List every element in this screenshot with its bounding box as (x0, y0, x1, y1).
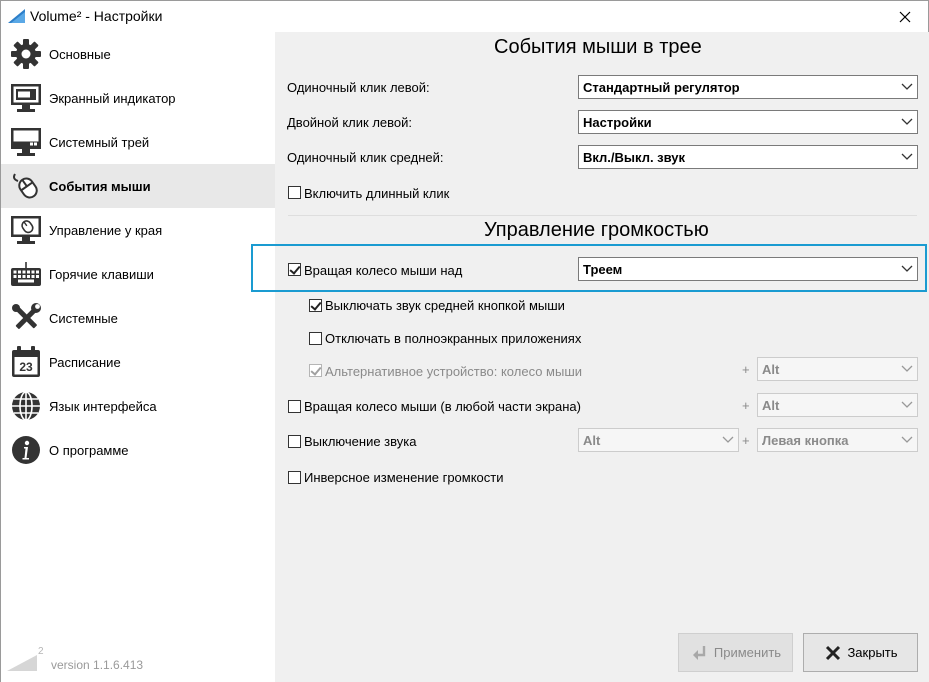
disable-fullscreen-label: Отключать в полноэкранных приложениях (325, 331, 582, 346)
keyboard-icon (9, 257, 43, 291)
sidebar-item-label: События мыши (49, 178, 151, 194)
alt-device-checkbox[interactable] (309, 364, 322, 377)
wheel-anywhere-modifier-select[interactable]: Alt (757, 393, 918, 417)
mute-label: Выключение звука (304, 434, 417, 449)
sidebar-item-label: Расписание (49, 354, 121, 370)
mute-modifier-select[interactable]: Alt (578, 428, 739, 452)
chevron-down-icon (901, 83, 913, 90)
chevron-down-icon (901, 401, 913, 408)
chevron-down-icon (901, 153, 913, 160)
sidebar-item-schedule[interactable]: 23 Расписание (1, 340, 275, 384)
double-left-click-select[interactable]: Настройки (578, 110, 918, 134)
sidebar-item-language[interactable]: Язык интерфейса (1, 384, 275, 428)
single-middle-click-label: Одиночный клик средней: (287, 150, 444, 165)
info-icon (9, 433, 43, 467)
single-middle-click-select[interactable]: Вкл./Выкл. звук (578, 145, 918, 169)
sidebar-item-label: Экранный индикатор (49, 90, 176, 106)
wheel-anywhere-checkbox[interactable] (288, 400, 301, 413)
mute-button-select[interactable]: Левая кнопка (757, 428, 918, 452)
plus-sign: + (742, 433, 750, 448)
inverse-checkbox[interactable] (288, 471, 301, 484)
close-icon (823, 643, 843, 663)
sidebar-item-system[interactable]: Системные (1, 296, 275, 340)
window-close-button[interactable] (882, 1, 928, 32)
single-left-click-label: Одиночный клик левой: (287, 80, 430, 95)
sidebar-item-label: Язык интерфейса (49, 398, 157, 414)
sidebar-item-general[interactable]: Основные (1, 32, 275, 76)
sidebar-item-tray[interactable]: Системный трей (1, 120, 275, 164)
window-title: Volume² - Настройки (30, 8, 163, 24)
svg-text:23: 23 (19, 360, 33, 374)
sidebar-item-hotkeys[interactable]: Горячие клавиши (1, 252, 275, 296)
section-divider (288, 215, 917, 216)
volume-control-title: Управление громкостью (484, 219, 709, 241)
mute-middle-checkbox[interactable] (309, 299, 322, 312)
chevron-down-icon (901, 118, 913, 125)
close-icon (899, 11, 911, 22)
tray-events-title: События мыши в трее (494, 36, 702, 58)
screen-edge-mouse-icon (9, 213, 43, 247)
sidebar-item-about[interactable]: О программе (1, 428, 275, 472)
inverse-label: Инверсное изменение громкости (304, 470, 504, 485)
double-left-click-label: Двойной клик левой: (287, 115, 412, 130)
version-label: version 1.1.6.413 (51, 658, 144, 672)
mute-middle-label: Выключать звук средней кнопкой мыши (325, 298, 565, 313)
volume-logo-icon: 2 (7, 646, 44, 671)
sidebar-item-label: О программе (49, 442, 129, 458)
settings-window: Volume² - Настройки Основные Экранный ин… (0, 0, 929, 682)
plus-sign: + (742, 362, 750, 377)
monitor-icon (9, 81, 43, 115)
mute-checkbox[interactable] (288, 435, 301, 448)
apply-button[interactable]: Применить (678, 633, 793, 672)
alt-device-modifier-select[interactable]: Alt (757, 357, 918, 381)
close-button[interactable]: Закрыть (803, 633, 918, 672)
main-panel: События мыши в трее Одиночный клик левой… (275, 32, 929, 682)
wheel-anywhere-label: Вращая колесо мыши (в любой части экрана… (304, 399, 581, 414)
highlight-box (251, 244, 927, 292)
svg-text:2: 2 (38, 646, 44, 657)
sidebar-item-label: Системные (49, 310, 118, 326)
sidebar-item-mouse-events[interactable]: События мыши (1, 164, 275, 208)
chevron-down-icon (901, 365, 913, 372)
sidebar: Основные Экранный индикатор Системный тр… (1, 32, 275, 682)
mouse-icon (9, 169, 43, 203)
alt-device-label: Альтернативное устройство: колесо мыши (325, 364, 583, 379)
long-click-checkbox[interactable] (288, 186, 301, 199)
long-click-label: Включить длинный клик (304, 186, 450, 201)
sidebar-item-screen-edge[interactable]: Управление у края (1, 208, 275, 252)
volume-app-icon (8, 9, 25, 23)
title-bar: Volume² - Настройки (1, 1, 928, 32)
tray-icon (9, 125, 43, 159)
sidebar-item-osd[interactable]: Экранный индикатор (1, 76, 275, 120)
single-left-click-select[interactable]: Стандартный регулятор (578, 75, 918, 99)
tools-icon (9, 301, 43, 335)
sidebar-item-label: Основные (49, 46, 111, 62)
sidebar-item-label: Системный трей (49, 134, 150, 150)
disable-fullscreen-checkbox[interactable] (309, 332, 322, 345)
globe-icon (9, 389, 43, 423)
chevron-down-icon (901, 436, 913, 443)
gear-icon (9, 37, 43, 71)
apply-icon (690, 643, 710, 663)
sidebar-item-label: Горячие клавиши (49, 266, 154, 282)
chevron-down-icon (722, 436, 734, 443)
plus-sign: + (742, 398, 750, 413)
sidebar-item-label: Управление у края (49, 222, 163, 238)
calendar-icon: 23 (9, 345, 43, 379)
